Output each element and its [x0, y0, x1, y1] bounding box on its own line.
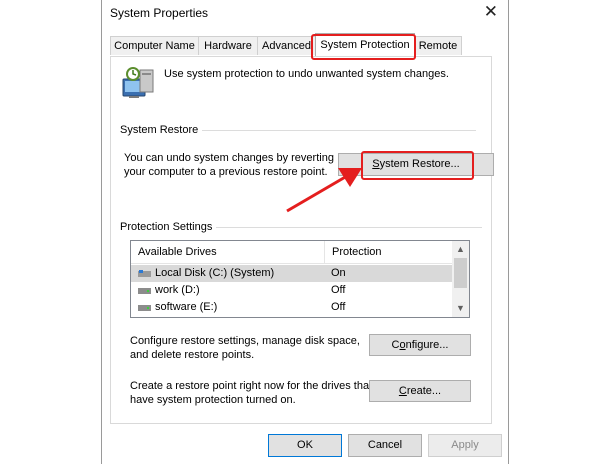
tab-advanced[interactable]: Advanced [257, 36, 316, 55]
column-protection[interactable]: Protection [325, 241, 453, 263]
tab-computer-name[interactable]: Computer Name [110, 36, 199, 55]
windows-drive-icon [138, 270, 151, 277]
drive-name: software (E:) [155, 301, 218, 313]
system-restore-description-line2: your computer to a previous restore poin… [124, 166, 328, 178]
system-restore-group-title: System Restore [120, 124, 203, 136]
tab-remote[interactable]: Remote [414, 36, 462, 55]
close-icon[interactable]: ✕ [484, 2, 498, 22]
configure-description: Configure restore settings, manage disk … [130, 334, 360, 362]
drive-row[interactable]: Local Disk (C:) (System) On [131, 265, 453, 282]
system-protection-icon [122, 67, 154, 98]
protection-settings-group-title: Protection Settings [120, 221, 217, 233]
system-restore-description: You can undo system changes by reverting… [124, 151, 334, 179]
configure-button[interactable]: Configure... [369, 334, 471, 356]
drive-protection: Off [331, 301, 346, 313]
scroll-up-icon[interactable]: ▲ [452, 241, 469, 258]
configure-description-line1: Configure restore settings, manage disk … [130, 335, 360, 347]
cancel-button[interactable]: Cancel [348, 434, 422, 457]
drive-row[interactable]: work (D:) Off [131, 282, 453, 299]
drives-list-scrollbar[interactable]: ▲ ▼ [452, 241, 469, 317]
drive-name: work (D:) [155, 284, 200, 296]
scroll-thumb[interactable] [454, 258, 467, 288]
configure-description-line2: and delete restore points. [130, 349, 255, 361]
scroll-down-icon[interactable]: ▼ [452, 300, 469, 317]
tab-hardware[interactable]: Hardware [198, 36, 258, 55]
drives-list[interactable]: Available Drives Protection Local Disk (… [130, 240, 470, 318]
create-description-line2: have system protection turned on. [130, 394, 296, 406]
system-restore-button[interactable]: System Restore... [338, 153, 494, 176]
drive-icon [138, 288, 151, 294]
intro-text: Use system protection to undo unwanted s… [164, 68, 449, 80]
window-title: System Properties [110, 6, 209, 20]
column-available-drives[interactable]: Available Drives [131, 241, 325, 263]
drives-list-header: Available Drives Protection [131, 241, 453, 264]
tab-system-protection[interactable]: System Protection [315, 33, 415, 56]
drive-protection: On [331, 267, 346, 279]
apply-button[interactable]: Apply [428, 434, 502, 457]
create-description-line1: Create a restore point right now for the… [130, 380, 373, 392]
drive-name: Local Disk (C:) (System) [155, 267, 275, 279]
drive-row[interactable]: software (E:) Off [131, 299, 453, 316]
system-restore-description-line1: You can undo system changes by reverting [124, 152, 334, 164]
create-description: Create a restore point right now for the… [130, 379, 372, 407]
drive-icon [138, 305, 151, 311]
create-button[interactable]: Create... [369, 380, 471, 402]
ok-button[interactable]: OK [268, 434, 342, 457]
drive-protection: Off [331, 284, 346, 296]
